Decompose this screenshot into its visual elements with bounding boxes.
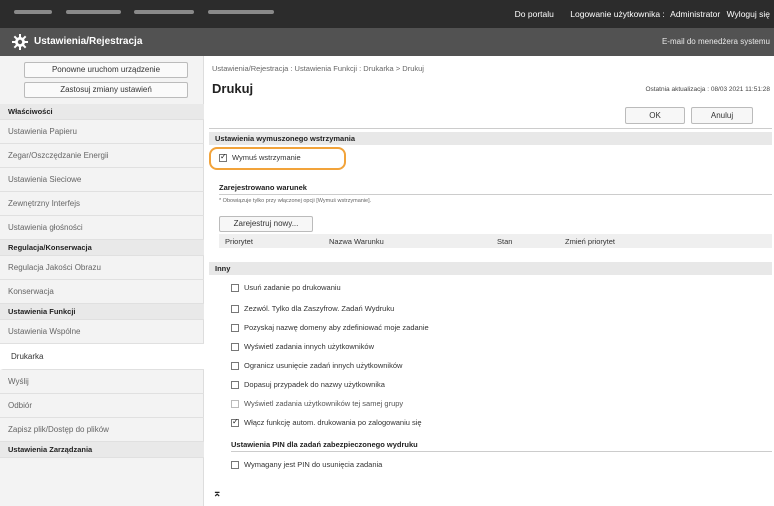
current-user: Administrator [670,9,721,19]
checkbox-box[interactable] [231,283,239,292]
col-state: Stan [497,237,513,246]
option-auto-print-login[interactable]: Włącz funkcję autom. drukowania po zalog… [231,417,422,427]
section-forced-hold: Ustawienia wymuszonego wstrzymania [209,132,772,145]
login-label: Logowanie użytkownika : [570,9,665,19]
main-content: Ustawienia/Rejestracja : Ustawienia Funk… [205,56,774,506]
option-label: Zezwól. Tylko dla Zaszyfrow. Zadań Wydru… [244,304,395,313]
checkbox-box [231,399,239,408]
app-title: Ustawienia/Rejestracja [34,36,143,47]
page-title: Drukuj [212,81,254,96]
option-encrypted-only[interactable]: Zezwól. Tylko dla Zaszyfrow. Zadań Wydru… [231,304,394,313]
scroll-top-icon[interactable]: ⌅ [213,488,221,499]
col-priority: Priorytet [225,237,253,246]
option-match-case[interactable]: Dopasuj przypadek do nazwy użytkownika [231,380,385,389]
sidebar-item-printer[interactable]: Drukarka [0,344,204,370]
option-label: Dopasuj przypadek do nazwy użytkownika [244,380,385,389]
option-label: Wymagany jest PIN do usunięcia zadania [244,460,383,469]
option-same-group: Wyświetl zadania użytkowników tej samej … [231,399,403,408]
sidebar-item-file-access[interactable]: Zapisz plik/Dostęp do plików [0,418,204,442]
apply-changes-button[interactable]: Zastosuj zmiany ustawień [24,82,188,98]
sidebar-item-network[interactable]: Ustawienia Sieciowe [0,168,204,192]
checkbox-box[interactable] [231,323,239,332]
registered-condition-title: Zarejestrowano warunek [219,183,307,192]
registered-condition-note: * Obowiązuje tylko przy włączonej opcji … [219,198,372,204]
checkbox-box[interactable] [231,342,239,351]
option-delete-after-print[interactable]: Usuń zadanie po drukowaniu [231,283,341,292]
option-label: Pozyskaj nazwę domeny aby zdefiniować mo… [244,323,429,332]
restart-device-button[interactable]: Ponowne uruchom urządzenie [24,62,188,78]
sidebar-header-management: Ustawienia Zarządzania [0,442,204,458]
option-show-others-jobs[interactable]: Wyświetl zadania innych użytkowników [231,342,374,351]
checkbox-box[interactable] [231,361,239,370]
portal-link[interactable]: Do portalu [515,9,554,19]
option-label: Wyświetl zadania innych użytkowników [244,342,374,351]
col-condition-name: Nazwa Warunku [329,237,384,246]
register-new-button[interactable]: Zarejestruj nowy... [219,216,313,232]
checkbox-box[interactable] [231,304,239,313]
option-label: Włącz funkcję autom. drukowania po zalog… [244,418,422,427]
sidebar: Ponowne uruchom urządzenie Zastosuj zmia… [0,56,204,506]
checkbox-box[interactable] [231,380,239,389]
option-label: Wyświetl zadania użytkowników tej samej … [244,399,404,408]
last-updated: Ostatnia aktualizacja : 08/03 2021 11:51… [645,86,770,93]
col-change-priority: Zmień priorytet [565,237,616,246]
sidebar-item-paper[interactable]: Ustawienia Papieru [0,120,204,144]
sidebar-item-external-interface[interactable]: Zewnętrzny Interfejs [0,192,204,216]
option-label: Ogranicz usunięcie zadań innych użytkown… [244,361,403,370]
pin-section-title: Ustawienia PIN dla zadań zabezpieczonego… [231,440,418,449]
title-bar: Ustawienia/Rejestracja E-mail do menedże… [0,28,774,56]
condition-table-header: Priorytet Nazwa Warunku Stan Zmień prior… [219,234,772,248]
top-bar: Do portalu Logowanie użytkownika : Admin… [0,0,774,28]
checkbox-box[interactable] [231,417,239,427]
option-restrict-delete[interactable]: Ogranicz usunięcie zadań innych użytkown… [231,361,402,370]
option-pin-required[interactable]: Wymagany jest PIN do usunięcia zadania [231,460,382,469]
logout-link[interactable]: Wyloguj się [727,9,770,19]
option-domain-name[interactable]: Pozyskaj nazwę domeny aby zdefiniować mo… [231,323,429,332]
highlight-ring [209,147,346,170]
sidebar-item-send[interactable]: Wyślij [0,370,204,394]
ok-button[interactable]: OK [625,107,685,124]
option-label: Usuń zadanie po drukowaniu [244,283,341,292]
cancel-button[interactable]: Anuluj [691,107,753,124]
sidebar-item-receive[interactable]: Odbiór [0,394,204,418]
sidebar-item-volume[interactable]: Ustawienia głośności [0,216,204,240]
sidebar-header-function-settings: Ustawienia Funkcji [0,304,204,320]
sidebar-header-adjustment: Regulacja/Konserwacja [0,240,204,256]
sidebar-item-image-quality[interactable]: Regulacja Jakości Obrazu [0,256,204,280]
sidebar-header-properties: Właściwości [0,104,204,120]
breadcrumb: Ustawienia/Rejestracja : Ustawienia Funk… [212,64,424,73]
sidebar-item-clock-energy[interactable]: Zegar/Oszczędzanie Energii [0,144,204,168]
gear-icon [12,34,28,50]
mail-admin-link[interactable]: E-mail do menedżera systemu [662,37,770,46]
brand-logo [14,10,274,16]
sidebar-item-maintenance[interactable]: Konserwacja [0,280,204,304]
sidebar-item-common-settings[interactable]: Ustawienia Wspólne [0,320,204,344]
checkbox-box[interactable] [231,460,239,469]
section-other: Inny [209,262,772,275]
